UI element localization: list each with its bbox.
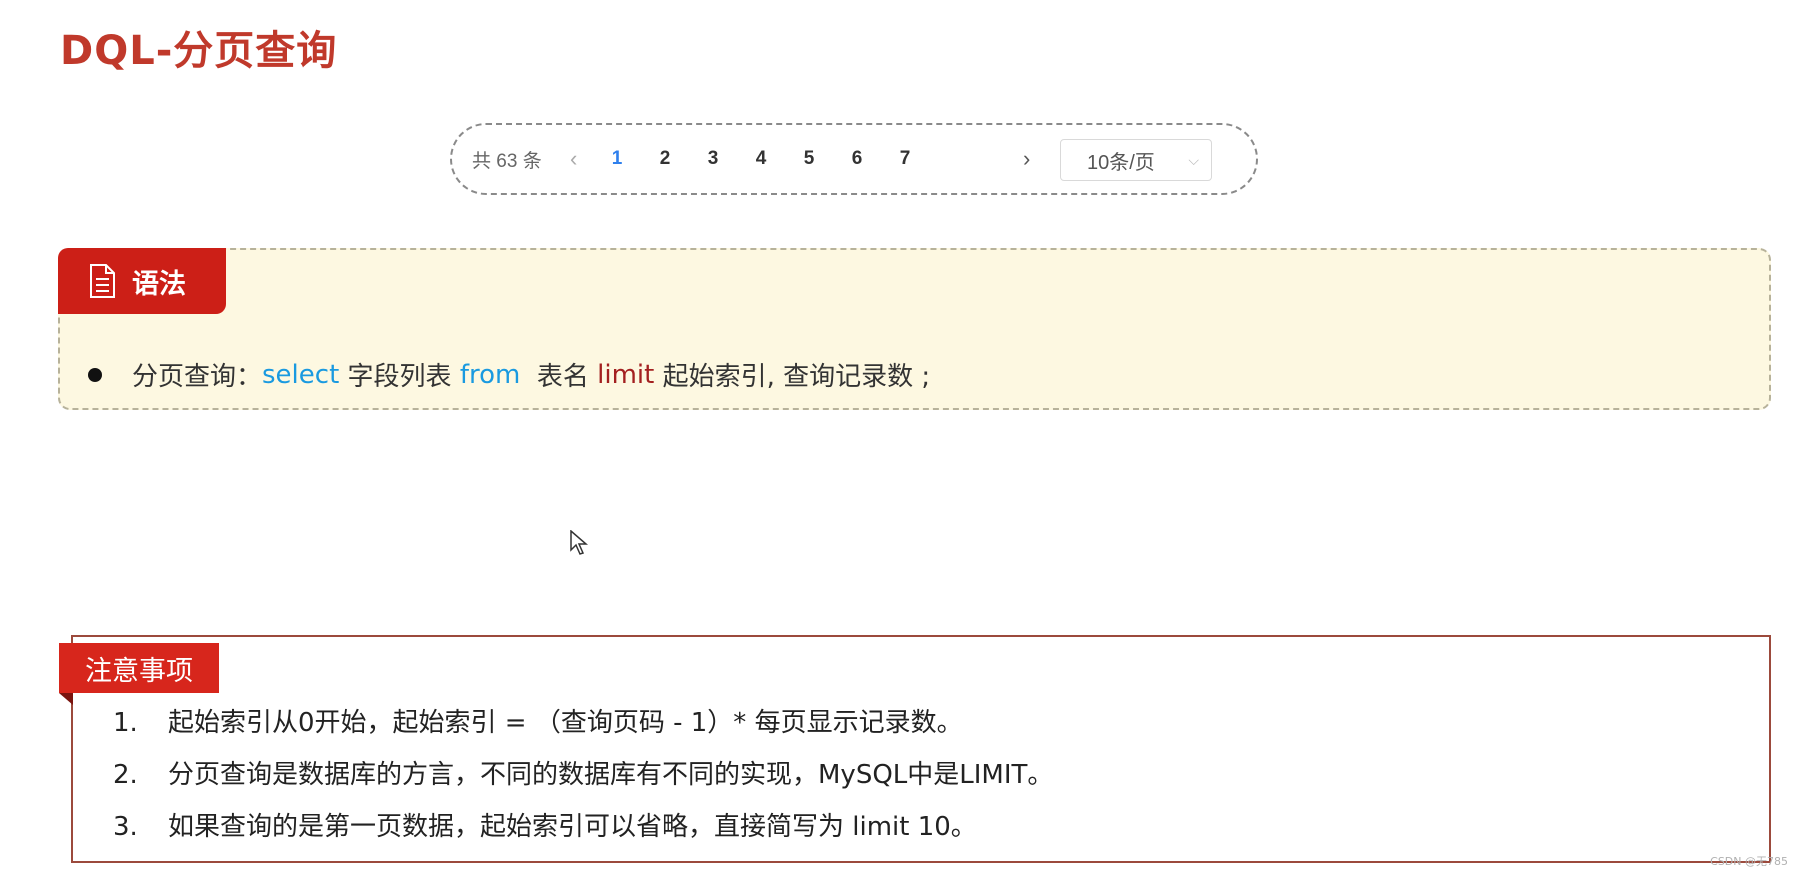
syntax-fields: 字段列表 <box>339 362 460 392</box>
page-3[interactable]: 3 <box>703 148 723 170</box>
syntax-rest: 起始索引, 查询记录数 ; <box>654 362 931 392</box>
mouse-cursor-icon <box>570 529 589 560</box>
syntax-table: 表名 <box>520 362 598 392</box>
page-size-select[interactable]: 10条/页 ⌵ <box>1060 139 1212 181</box>
keyword-limit: limit <box>597 359 655 390</box>
list-item: 2. 分页查询是数据库的方言，不同的数据库有不同的实现，MySQL中是LIMIT。 <box>113 749 1053 801</box>
page-2[interactable]: 2 <box>655 148 675 170</box>
page-1[interactable]: 1 <box>607 148 627 170</box>
total-count: 共 63 条 <box>472 150 542 172</box>
item-text: 如果查询的是第一页数据，起始索引可以省略，直接简写为 limit 10。 <box>168 812 977 842</box>
item-number: 3. <box>113 812 138 842</box>
syntax-tag: 语法 <box>58 248 226 314</box>
notes-list: 1. 起始索引从0开始，起始索引 = （查询页码 - 1）* 每页显示记录数。 2… <box>113 697 1053 853</box>
list-item: 3. 如果查询的是第一页数据，起始索引可以省略，直接简写为 limit 10。 <box>113 801 1053 853</box>
syntax-line: 分页查询： select 字段列表 from 表名 limit 起始索引, 查询… <box>88 356 930 393</box>
page-size-value: 10条/页 <box>1087 151 1155 174</box>
page-7[interactable]: 7 <box>895 148 915 170</box>
item-number: 2. <box>113 760 138 790</box>
list-item: 1. 起始索引从0开始，起始索引 = （查询页码 - 1）* 每页显示记录数。 <box>113 697 1053 749</box>
notes-box: 注意事项 1. 起始索引从0开始，起始索引 = （查询页码 - 1）* 每页显示记… <box>59 635 1771 863</box>
page-6[interactable]: 6 <box>847 148 867 170</box>
item-text: 起始索引从0开始，起始索引 = （查询页码 - 1）* 每页显示记录数。 <box>168 708 963 738</box>
notes-tag: 注意事项 <box>59 643 219 705</box>
page-title: DQL-分页查询 <box>60 28 338 74</box>
chevron-down-icon: ⌵ <box>1188 151 1199 168</box>
page-4[interactable]: 4 <box>751 148 771 170</box>
next-page-icon[interactable]: › <box>1023 146 1030 172</box>
item-number: 1. <box>113 708 138 738</box>
page-5[interactable]: 5 <box>799 148 819 170</box>
item-text: 分页查询是数据库的方言，不同的数据库有不同的实现，MySQL中是LIMIT。 <box>168 760 1054 790</box>
syntax-lead: 分页查询： <box>132 362 263 392</box>
document-icon <box>88 263 116 299</box>
keyword-from: from <box>459 359 521 390</box>
syntax-box: 语法 分页查询： select 字段列表 from 表名 limit 起始索引,… <box>58 248 1771 410</box>
keyword-select: select <box>262 359 340 390</box>
syntax-tag-label: 语法 <box>132 268 186 300</box>
pagination-bar: 共 63 条 ‹ 1 2 3 4 5 6 7 › 10条/页 ⌵ <box>450 123 1258 195</box>
bullet-icon <box>88 367 102 382</box>
prev-page-icon[interactable]: ‹ <box>570 146 577 172</box>
watermark: CSDN @无785 <box>1710 855 1788 868</box>
